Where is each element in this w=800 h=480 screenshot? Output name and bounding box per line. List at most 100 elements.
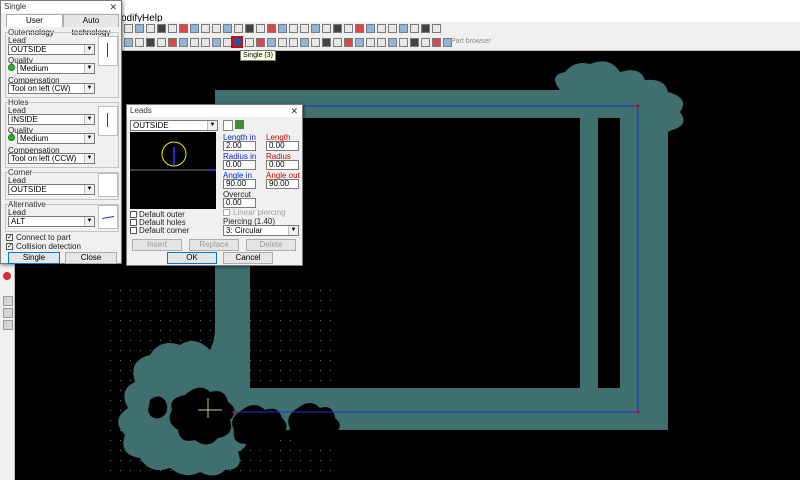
toolbar-button[interactable] [190,38,199,47]
toolbar-button[interactable] [201,38,210,47]
toolbar-button[interactable] [432,38,441,47]
toolbar-button[interactable] [212,24,221,33]
toolbar-button[interactable] [278,24,287,33]
strip-button[interactable] [3,296,13,306]
toolbar-button[interactable] [245,24,254,33]
toolbar-button[interactable] [421,24,430,33]
toolbar-button[interactable] [223,24,232,33]
toolbar-button[interactable] [366,38,375,47]
toolbar-button[interactable] [289,38,298,47]
toolbar-button[interactable] [179,24,188,33]
toolbar-button[interactable] [124,24,133,33]
overcut-input[interactable]: 0.00 [223,198,256,208]
angle-out-input[interactable]: 90.00 [266,179,299,189]
corner-lead-select[interactable]: OUTSIDE ▼ [8,184,95,195]
toolbar-button[interactable] [399,38,408,47]
toolbar-button[interactable] [311,24,320,33]
ladybug-icon[interactable] [3,272,11,280]
tab-user-technology[interactable]: User technology [6,14,63,37]
alternative-lead-select[interactable]: ALT ▼ [8,216,95,227]
toolbar-button[interactable] [311,38,320,47]
collision-detection-checkbox[interactable]: ✓ [6,243,13,250]
toolbar-button[interactable] [157,38,166,47]
toolbar-button[interactable] [355,38,364,47]
new-file-icon[interactable] [223,120,233,131]
toolbar-button[interactable] [421,38,430,47]
toolbar-button[interactable] [256,24,265,33]
cancel-button[interactable]: Cancel [223,252,273,264]
toolbar-button[interactable] [344,24,353,33]
length-out-input[interactable]: 0.00 [266,141,299,151]
tool-icon[interactable] [235,120,244,129]
radius-in-input[interactable]: 0.00 [223,160,256,170]
close-icon[interactable]: ✕ [290,105,298,117]
toolbar-button[interactable] [146,24,155,33]
toolbar-button[interactable] [267,38,276,47]
toolbar-button[interactable] [245,38,254,47]
toolbar-button[interactable] [388,24,397,33]
default-outer-checkbox[interactable] [130,211,137,218]
strip-button[interactable] [3,308,13,318]
ok-button[interactable]: OK [167,252,217,264]
toolbar-button[interactable] [201,24,210,33]
outer-lead-select[interactable]: OUTSIDE ▼ [8,44,95,55]
toolbar-button[interactable] [377,24,386,33]
default-corner-checkbox[interactable] [130,227,137,234]
toolbar-button[interactable] [234,24,243,33]
toolbar-button[interactable] [410,38,419,47]
outer-compensation-select[interactable]: Tool on left (CW) ▼ [8,83,95,94]
toolbar-button[interactable] [289,24,298,33]
single-lead-icon[interactable] [233,38,241,46]
piercing-select[interactable]: 3: Circular ▼ [223,225,299,236]
connect-to-part-checkbox[interactable]: ✓ [6,234,13,241]
toolbar-button[interactable] [300,38,309,47]
tab-auto-technology[interactable]: Auto technology [63,14,119,37]
single-button[interactable]: Single [8,252,60,264]
holes-lead-select[interactable]: INSIDE ▼ [8,114,95,125]
toolbar-button[interactable] [278,38,287,47]
toolbar-button[interactable] [388,38,397,47]
toolbar-button[interactable] [124,38,133,47]
toolbar-button[interactable] [168,38,177,47]
outer-quality-select[interactable]: Medium ▼ [17,63,95,74]
toolbar-button[interactable] [168,24,177,33]
linear-piercing-checkbox[interactable] [223,209,230,216]
close-button[interactable]: Close [65,252,117,264]
toolbar-button[interactable] [146,38,155,47]
toolbar-button[interactable] [399,24,408,33]
part-browser-button[interactable]: Part browser [451,38,491,45]
length-in-input[interactable]: 2.00 [223,141,256,151]
toolbar-button[interactable] [300,24,309,33]
insert-button[interactable]: Insert [132,239,182,251]
toolbar-button[interactable] [190,24,199,33]
strip-button[interactable] [3,320,13,330]
toolbar-button[interactable] [179,38,188,47]
toolbar-button[interactable] [135,38,144,47]
toolbar-button[interactable] [333,24,342,33]
holes-compensation-select[interactable]: Tool on left (CCW) ▼ [8,153,95,164]
toolbar-button[interactable] [410,24,419,33]
toolbar-button[interactable] [377,38,386,47]
toolbar-button[interactable] [355,24,364,33]
quality-indicator-icon [8,134,15,141]
close-icon[interactable]: ✕ [109,1,117,13]
toolbar-button[interactable] [432,24,441,33]
toolbar-button[interactable] [267,24,276,33]
replace-button[interactable]: Replace [189,239,239,251]
toolbar-button[interactable] [256,38,265,47]
toolbar-button[interactable] [322,24,331,33]
toolbar-button[interactable] [212,38,221,47]
radius-out-input[interactable]: 0.00 [266,160,299,170]
toolbar-button[interactable] [344,38,353,47]
toolbar-button[interactable] [366,24,375,33]
leads-select[interactable]: OUTSIDE ▼ [130,120,218,131]
chevron-down-icon: ▼ [84,185,94,194]
toolbar-button[interactable] [135,24,144,33]
toolbar-button[interactable] [322,38,331,47]
toolbar-button[interactable] [333,38,342,47]
delete-button[interactable]: Delete [246,239,296,251]
holes-quality-select[interactable]: Medium ▼ [17,133,95,144]
angle-in-input[interactable]: 90.00 [223,179,256,189]
default-holes-checkbox[interactable] [130,219,137,226]
toolbar-button[interactable] [157,24,166,33]
